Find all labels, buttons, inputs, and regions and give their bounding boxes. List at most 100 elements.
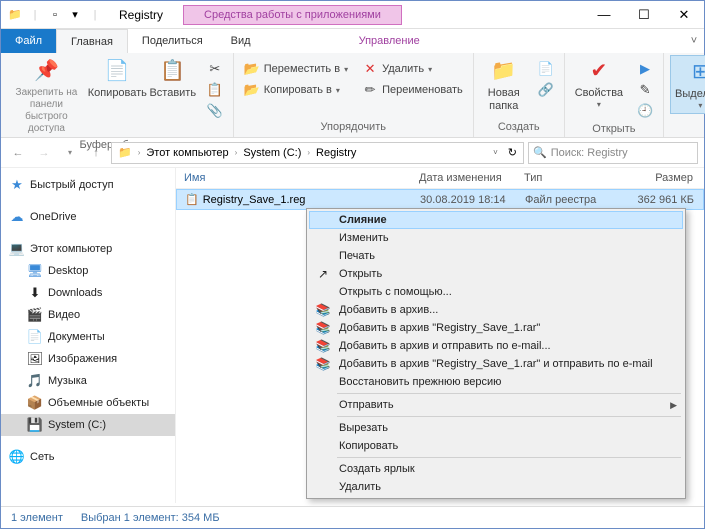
context-menu-item-merge[interactable]: Слияние — [309, 211, 683, 229]
up-button[interactable]: ↑ — [85, 142, 107, 164]
file-size: 362 961 КБ — [622, 194, 702, 206]
file-row[interactable]: 📋Registry_Save_1.reg 30.08.2019 18:14 Фа… — [176, 189, 704, 210]
context-menu-item-restore[interactable]: Восстановить прежнюю версию — [309, 373, 683, 391]
newfolder-button[interactable]: 📁Новая папка — [480, 55, 528, 115]
ribbon-group-clipboard: 📌Закрепить на панели быстрого доступа 📄К… — [1, 53, 234, 137]
tab-share[interactable]: Поделиться — [128, 29, 217, 53]
pin-button[interactable]: 📌Закрепить на панели быстрого доступа — [7, 55, 86, 137]
sidebar-item-videos[interactable]: 🎬Видео — [1, 304, 175, 326]
sidebar-item-onedrive[interactable]: ☁OneDrive — [1, 206, 175, 228]
context-menu-item-openwith[interactable]: Открыть с помощью... — [309, 283, 683, 301]
column-header-name[interactable]: Имя — [176, 172, 411, 184]
copyto-button[interactable]: 📂Копировать в▾ — [240, 80, 352, 100]
chevron-right-icon[interactable]: › — [307, 148, 310, 157]
sidebar-item-music[interactable]: 🎵Музыка — [1, 370, 175, 392]
context-menu-item-open[interactable]: ↗Открыть — [309, 265, 683, 283]
status-selection: Выбран 1 элемент: 354 МБ — [81, 512, 220, 524]
search-placeholder: Поиск: Registry — [551, 147, 628, 159]
column-header-date[interactable]: Дата изменения — [411, 172, 516, 184]
menu-separator — [337, 457, 681, 458]
open-small-button[interactable]: ▶ — [633, 59, 657, 79]
navigation-pane: ★Быстрый доступ ☁OneDrive 💻Этот компьюте… — [1, 168, 176, 503]
recent-button[interactable]: ▾ — [59, 142, 81, 164]
folder-icon: 📁 — [114, 146, 136, 159]
ribbon: 📌Закрепить на панели быстрого доступа 📄К… — [1, 53, 704, 138]
sidebar-item-systemc[interactable]: 💾System (C:) — [1, 414, 175, 436]
file-date: 30.08.2019 18:14 — [412, 194, 517, 206]
tab-manage[interactable]: Управление — [345, 29, 434, 53]
search-icon: 🔍 — [533, 146, 547, 159]
forward-button[interactable]: → — [33, 142, 55, 164]
regfile-icon: 📋 — [185, 193, 199, 206]
context-menu-item-addarchive[interactable]: 📚Добавить в архив... — [309, 301, 683, 319]
sidebar-item-network[interactable]: 🌐Сеть — [1, 446, 175, 468]
context-menu-item-addemail[interactable]: 📚Добавить в архив и отправить по e-mail.… — [309, 337, 683, 355]
window-controls: — ☐ ✕ — [584, 1, 704, 29]
share-icon: ↗ — [315, 266, 331, 282]
cut-small-button[interactable]: ✂ — [203, 59, 227, 79]
breadcrumb-segment[interactable]: Этот компьютер — [142, 147, 232, 159]
easyaccess-small-button[interactable]: 🔗 — [534, 80, 558, 100]
tab-home[interactable]: Главная — [56, 29, 128, 53]
sidebar-item-documents[interactable]: 📄Документы — [1, 326, 175, 348]
ribbon-group-label: Открыть — [571, 121, 657, 137]
breadcrumb-dropdown[interactable]: ˅ — [489, 148, 502, 157]
breadcrumb-segment[interactable]: System (C:) — [239, 147, 305, 159]
history-small-button[interactable]: 🕘 — [633, 101, 657, 121]
tab-view[interactable]: Вид — [217, 29, 265, 53]
moveto-button[interactable]: 📂Переместить в▾ — [240, 59, 352, 79]
breadcrumb[interactable]: 📁 › Этот компьютер › System (C:) › Regis… — [111, 142, 524, 164]
minimize-button[interactable]: — — [584, 1, 624, 29]
copypath-small-button[interactable]: 📋 — [203, 80, 227, 100]
maximize-button[interactable]: ☐ — [624, 1, 664, 29]
qat-item[interactable]: ▾ — [67, 7, 83, 23]
ribbon-group-select: ⊞Выделить▾ — [664, 53, 705, 137]
context-menu: Слияние Изменить Печать ↗Открыть Открыть… — [306, 208, 686, 499]
column-header-size[interactable]: Размер — [621, 172, 701, 184]
sidebar-item-pictures[interactable]: 🖼Изображения — [1, 348, 175, 370]
ribbon-collapse-button[interactable]: ˅ — [684, 29, 704, 53]
ribbon-group-new: 📁Новая папка 📄 🔗 Создать — [474, 53, 565, 137]
chevron-right-icon[interactable]: › — [235, 148, 238, 157]
context-menu-item-copy[interactable]: Копировать — [309, 437, 683, 455]
chevron-right-icon[interactable]: › — [138, 148, 141, 157]
pasteshortcut-small-button[interactable]: 📎 — [203, 101, 227, 121]
column-header-type[interactable]: Тип — [516, 172, 621, 184]
winrar-icon: 📚 — [315, 338, 331, 354]
menu-separator — [337, 393, 681, 394]
properties-button[interactable]: ✔Свойства▾ — [571, 55, 627, 112]
menu-separator — [337, 416, 681, 417]
context-menu-item-edit[interactable]: Изменить — [309, 229, 683, 247]
sidebar-item-downloads[interactable]: ⬇Downloads — [1, 282, 175, 304]
ribbon-tabs: Файл Главная Поделиться Вид Управление ˅ — [1, 29, 704, 53]
sidebar-item-desktop[interactable]: 🖥Desktop — [1, 260, 175, 282]
context-menu-item-addraremail[interactable]: 📚Добавить в архив "Registry_Save_1.rar" … — [309, 355, 683, 373]
context-menu-item-cut[interactable]: Вырезать — [309, 419, 683, 437]
breadcrumb-segment[interactable]: Registry — [312, 147, 360, 159]
context-menu-item-sendto[interactable]: Отправить▶ — [309, 396, 683, 414]
quick-access-toolbar: 📁 | ▫ ▾ | — [1, 7, 109, 23]
qat-item[interactable]: ▫ — [47, 7, 63, 23]
paste-button[interactable]: 📋Вставить — [149, 55, 197, 102]
folder-icon: 📁 — [7, 7, 23, 23]
back-button[interactable]: ← — [7, 142, 29, 164]
context-menu-item-shortcut[interactable]: Создать ярлык — [309, 460, 683, 478]
sidebar-item-quick-access[interactable]: ★Быстрый доступ — [1, 174, 175, 196]
rename-button[interactable]: ✏Переименовать — [358, 80, 467, 100]
sidebar-item-thispc[interactable]: 💻Этот компьютер — [1, 238, 175, 260]
close-button[interactable]: ✕ — [664, 1, 704, 29]
delete-button[interactable]: ✕Удалить▾ — [358, 59, 467, 79]
copy-button[interactable]: 📄Копировать — [92, 55, 143, 102]
search-input[interactable]: 🔍 Поиск: Registry — [528, 142, 698, 164]
newitem-small-button[interactable]: 📄 — [534, 59, 558, 79]
context-menu-item-delete[interactable]: Удалить — [309, 478, 683, 496]
refresh-button[interactable]: ↻ — [504, 146, 521, 159]
context-menu-item-print[interactable]: Печать — [309, 247, 683, 265]
edit-small-button[interactable]: ✎ — [633, 80, 657, 100]
sidebar-item-3dobjects[interactable]: 📦Объемные объекты — [1, 392, 175, 414]
context-menu-item-addrar[interactable]: 📚Добавить в архив "Registry_Save_1.rar" — [309, 319, 683, 337]
winrar-icon: 📚 — [315, 302, 331, 318]
qat-separator: | — [87, 7, 103, 23]
select-button[interactable]: ⊞Выделить▾ — [670, 55, 705, 114]
tab-file[interactable]: Файл — [1, 29, 56, 53]
